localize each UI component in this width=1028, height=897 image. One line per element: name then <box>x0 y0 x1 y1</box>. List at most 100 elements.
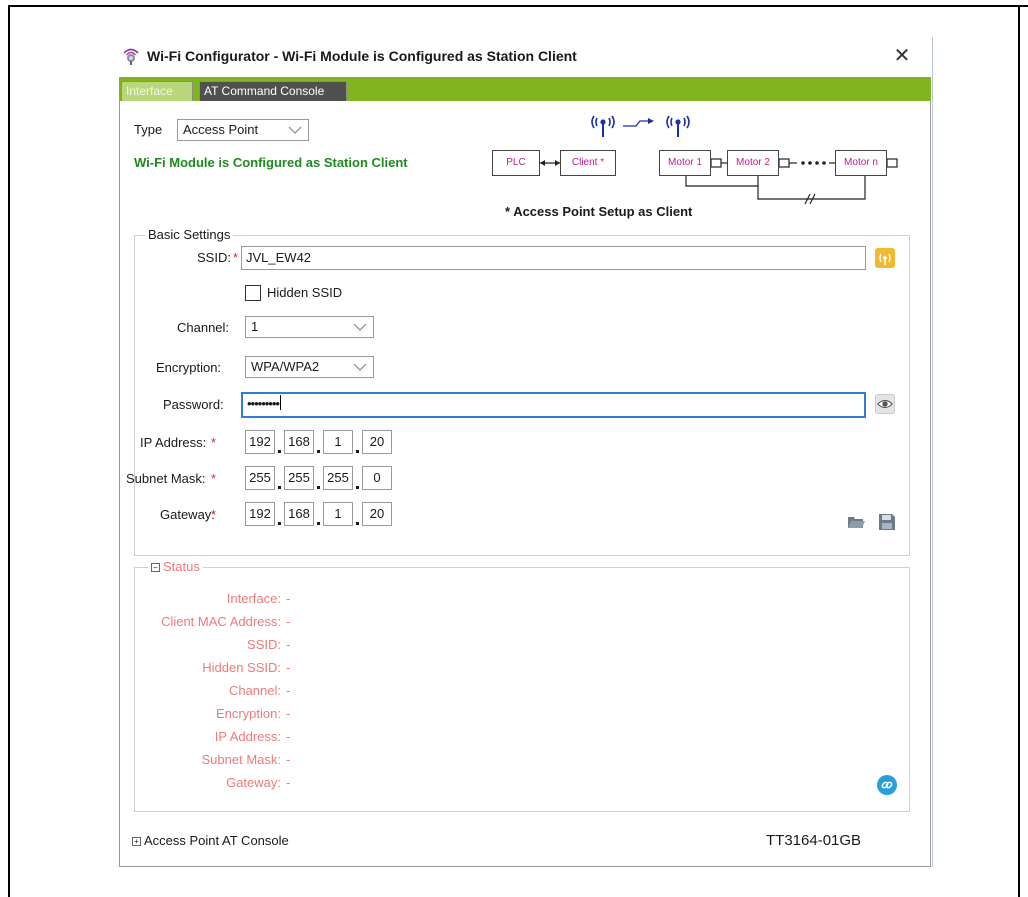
status-collapse-toggle[interactable]: − <box>151 563 160 572</box>
interface-panel: Type Access Point Wi-Fi Module is Config… <box>119 101 931 867</box>
gateway-octet-2[interactable]: 168 <box>284 502 314 526</box>
title-bar: Wi-Fi Configurator - Wi-Fi Module is Con… <box>115 37 932 77</box>
subnet-separator <box>278 486 281 489</box>
load-settings-button[interactable] <box>846 512 866 532</box>
save-settings-button[interactable] <box>877 512 897 532</box>
subnet-octet-4[interactable]: 0 <box>362 466 392 490</box>
gateway-separator <box>278 522 281 525</box>
wifi-configurator-icon <box>123 48 139 65</box>
encryption-select[interactable]: WPA/WPA2 <box>245 356 374 378</box>
ssid-input[interactable]: JVL_EW42 <box>241 246 866 270</box>
diagram-motor1-box: Motor 1 <box>659 150 711 176</box>
ip-octet-3[interactable]: 1 <box>323 430 353 454</box>
ip-octet-2[interactable]: 168 <box>284 430 314 454</box>
diagram-plc-box: PLC <box>492 150 540 176</box>
floppy-disk-icon <box>879 514 895 530</box>
window-right-edge <box>932 37 933 867</box>
channel-select-value: 1 <box>251 319 259 334</box>
status-client-mac-label: Client MAC Address: <box>161 614 281 629</box>
type-label: Type <box>134 122 163 137</box>
expand-plus-icon: + <box>132 837 141 846</box>
figure-border-left <box>8 5 10 897</box>
subnet-octet-2[interactable]: 255 <box>284 466 314 490</box>
status-interface-value: - <box>286 591 291 606</box>
figure-border-top <box>8 5 1028 7</box>
status-legend: − Status <box>148 559 203 574</box>
status-channel-value: - <box>286 683 291 698</box>
refresh-status-button[interactable] <box>877 775 897 795</box>
ip-octet-4[interactable]: 20 <box>362 430 392 454</box>
document-code: TT3164-01GB <box>766 832 862 849</box>
password-label: Password: <box>163 397 224 412</box>
chevron-down-icon <box>353 323 367 331</box>
ssid-label: SSID: <box>197 250 231 265</box>
channel-label: Channel: <box>177 320 230 335</box>
basic-settings-legend: Basic Settings <box>145 227 234 242</box>
status-gateway-label: Gateway: <box>226 775 281 790</box>
status-ssid-value: - <box>286 637 291 652</box>
type-select[interactable]: Access Point <box>177 119 309 141</box>
diagram-motorn-box: Motor n <box>835 150 887 176</box>
window-title: Wi-Fi Configurator - Wi-Fi Module is Con… <box>147 48 577 64</box>
status-ssid-label: SSID: <box>247 637 281 652</box>
diagram-client-box: Client * <box>560 150 616 176</box>
diagram-motor2-box: Motor 2 <box>727 150 779 176</box>
eye-icon <box>877 399 893 409</box>
subnet-octet-3[interactable]: 255 <box>323 466 353 490</box>
folder-open-icon <box>848 517 865 528</box>
channel-select[interactable]: 1 <box>245 316 374 338</box>
wifi-configurator-window: Wi-Fi Configurator - Wi-Fi Module is Con… <box>115 37 933 867</box>
type-select-value: Access Point <box>183 122 259 137</box>
ip-separator <box>317 450 320 453</box>
status-subnet-mask-value: - <box>286 752 291 767</box>
ip-required-marker: * <box>211 435 217 450</box>
ip-separator <box>278 450 281 453</box>
tab-strip: Interface AT Command Console <box>119 77 931 101</box>
close-button[interactable]: ✕ <box>889 43 915 69</box>
encryption-label: Encryption: <box>156 360 222 375</box>
access-point-at-console-toggle[interactable]: + Access Point AT Console <box>132 833 289 848</box>
subnet-separator <box>317 486 320 489</box>
wifi-scan-button[interactable] <box>875 248 895 268</box>
ssid-required-marker: * <box>233 250 239 265</box>
password-input[interactable]: ••••••••• <box>241 392 866 418</box>
link-icon <box>881 781 893 789</box>
gateway-required-marker: * <box>211 507 217 522</box>
subnet-separator <box>356 486 359 489</box>
subnet-required-marker: * <box>211 471 217 486</box>
ip-address-label: IP Address: <box>140 435 207 450</box>
show-password-button[interactable] <box>875 394 895 414</box>
wifi-scan-icon <box>879 253 891 265</box>
tab-at-command-console[interactable]: AT Command Console <box>199 81 347 101</box>
gateway-octet-1[interactable]: 192 <box>245 502 275 526</box>
encryption-select-value: WPA/WPA2 <box>251 359 320 374</box>
access-point-note: * Access Point Setup as Client <box>505 204 693 219</box>
status-ip-address-label: IP Address: <box>214 729 281 744</box>
hidden-ssid-label: Hidden SSID <box>267 285 343 300</box>
configured-message: Wi-Fi Module is Configured as Station Cl… <box>134 155 408 170</box>
subnet-octet-1[interactable]: 255 <box>245 466 275 490</box>
tab-interface[interactable]: Interface <box>121 81 193 101</box>
password-value: ••••••••• <box>247 396 280 411</box>
chevron-down-icon <box>353 363 367 371</box>
gateway-separator <box>317 522 320 525</box>
ip-octet-1[interactable]: 192 <box>245 430 275 454</box>
gateway-label: Gateway: <box>160 507 215 522</box>
status-hidden-ssid-label: Hidden SSID: <box>202 660 281 675</box>
status-encryption-label: Encryption: <box>215 706 281 721</box>
status-subnet-mask-label: Subnet Mask: <box>201 752 282 767</box>
ip-separator <box>356 450 359 453</box>
status-channel-label: Channel: <box>228 683 281 698</box>
hidden-ssid-checkbox[interactable] <box>245 285 261 301</box>
status-encryption-value: - <box>286 706 291 721</box>
gateway-octet-4[interactable]: 20 <box>362 502 392 526</box>
status-hidden-ssid-value: - <box>286 660 291 675</box>
gateway-separator <box>356 522 359 525</box>
access-point-at-console-label: Access Point AT Console <box>144 833 289 848</box>
text-cursor <box>279 395 281 410</box>
ssid-value: JVL_EW42 <box>246 250 312 265</box>
gateway-octet-3[interactable]: 1 <box>323 502 353 526</box>
status-client-mac-value: - <box>286 614 291 629</box>
status-interface-label: Interface: <box>226 591 281 606</box>
status-legend-text: Status <box>163 559 200 574</box>
